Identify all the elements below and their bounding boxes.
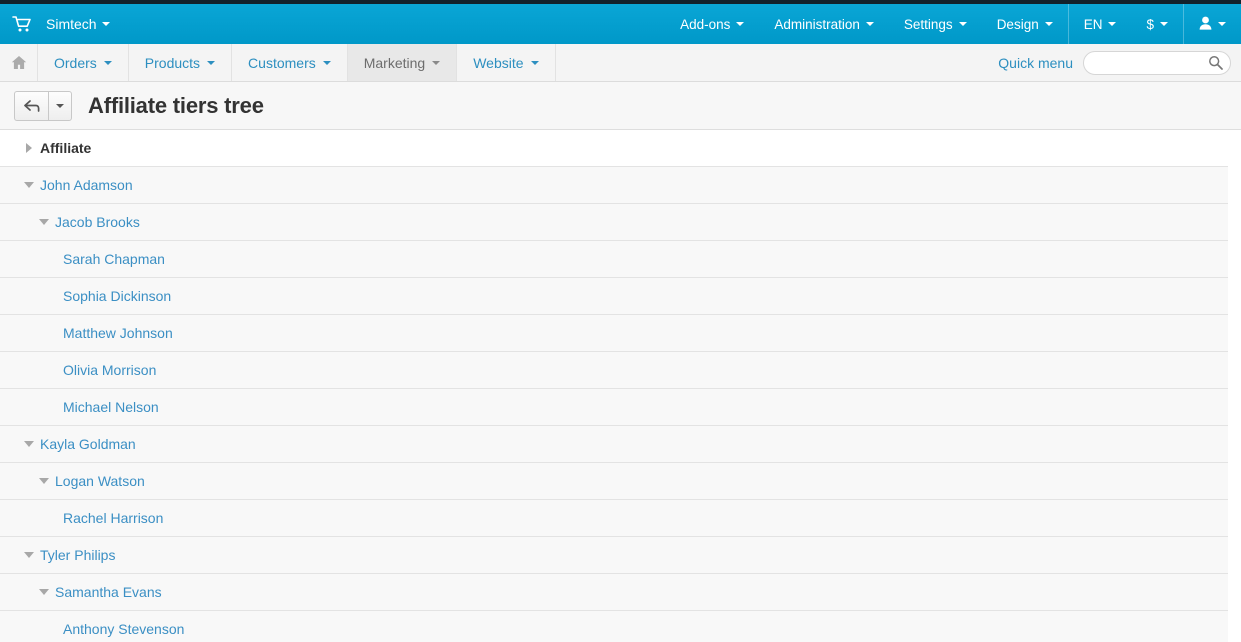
subnav-item-website-label: Website <box>473 54 524 71</box>
tree-row[interactable]: Sarah Chapman <box>0 241 1228 278</box>
chevron-down-icon <box>865 22 874 26</box>
header-nav-administration-label: Administration <box>774 16 860 32</box>
tree-row[interactable]: Matthew Johnson <box>0 315 1228 352</box>
tree-row-label[interactable]: Matthew Johnson <box>63 325 173 341</box>
subnav-item-products[interactable]: Products <box>129 44 233 81</box>
header-nav-design-label: Design <box>996 16 1039 32</box>
search-box <box>1083 50 1231 75</box>
header-nav-addons-label: Add-ons <box>680 16 731 32</box>
chevron-down-icon <box>1160 22 1168 26</box>
expand-toggle-icon[interactable] <box>22 143 36 153</box>
collapse-toggle-icon[interactable] <box>37 589 51 595</box>
subnav-item-marketing[interactable]: Marketing <box>347 44 458 81</box>
triangle-down-icon <box>24 182 34 188</box>
collapse-toggle-icon[interactable] <box>37 219 51 225</box>
tree-row[interactable]: Olivia Morrison <box>0 352 1228 389</box>
collapse-toggle-icon[interactable] <box>22 182 36 188</box>
brand-menu[interactable]: Simtech <box>46 16 110 32</box>
chevron-down-icon <box>1218 22 1226 26</box>
triangle-down-icon <box>24 552 34 558</box>
chevron-down-icon <box>958 22 967 26</box>
collapse-toggle-icon[interactable] <box>37 478 51 484</box>
header-nav-currency[interactable]: $ <box>1131 4 1183 44</box>
tree-row[interactable]: Michael Nelson <box>0 389 1228 426</box>
triangle-down-icon <box>24 441 34 447</box>
chevron-down-icon <box>103 60 112 65</box>
chevron-down-icon <box>101 22 110 26</box>
header-nav: Add-ons Administration Settings Design E… <box>665 4 1241 44</box>
tree-row[interactable]: Jacob Brooks <box>0 204 1228 241</box>
tree-row-label[interactable]: Olivia Morrison <box>63 362 156 378</box>
tree-row-label[interactable]: Rachel Harrison <box>63 510 163 526</box>
tree-row-label[interactable]: Logan Watson <box>55 473 145 489</box>
header-nav-user[interactable] <box>1183 4 1241 44</box>
user-icon <box>1199 16 1212 33</box>
triangle-down-icon <box>39 589 49 595</box>
subnav-item-products-label: Products <box>144 54 201 71</box>
chevron-down-icon <box>56 103 64 108</box>
chevron-down-icon <box>432 60 441 65</box>
tree-row[interactable]: Logan Watson <box>0 463 1228 500</box>
title-bar: Affiliate tiers tree <box>0 82 1241 130</box>
header-nav-design[interactable]: Design <box>982 4 1068 44</box>
tree-row[interactable]: Affiliate <box>0 130 1228 167</box>
tree-row-label[interactable]: Michael Nelson <box>63 399 159 415</box>
chevron-down-icon <box>736 22 745 26</box>
header-nav-administration[interactable]: Administration <box>759 4 889 44</box>
tree-row-label[interactable]: Sarah Chapman <box>63 251 165 267</box>
subnav-item-marketing-label: Marketing <box>363 54 426 71</box>
subnav-right-area: Quick menu <box>998 44 1241 81</box>
back-button-group <box>14 90 72 121</box>
arrow-left-icon <box>23 99 39 112</box>
chevron-down-icon <box>207 60 216 65</box>
cart-icon <box>12 15 32 33</box>
header-nav-addons[interactable]: Add-ons <box>665 4 759 44</box>
triangle-down-icon <box>39 478 49 484</box>
tree-row-label[interactable]: John Adamson <box>40 177 133 193</box>
chevron-down-icon <box>1108 22 1117 26</box>
page-title: Affiliate tiers tree <box>88 92 264 118</box>
chevron-down-icon <box>322 60 331 65</box>
secondary-nav: Orders Products Customers Marketing Webs… <box>0 44 1241 82</box>
header-nav-language-label: EN <box>1083 16 1103 32</box>
tree-row-label[interactable]: Samantha Evans <box>55 584 162 600</box>
header-nav-language[interactable]: EN <box>1067 4 1132 44</box>
tree-row[interactable]: Tyler Philips <box>0 537 1228 574</box>
tree-row-label[interactable]: Sophia Dickinson <box>63 288 171 304</box>
header-nav-settings[interactable]: Settings <box>889 4 982 44</box>
tree-row[interactable]: Anthony Stevenson <box>0 611 1228 642</box>
subnav-item-orders-label: Orders <box>54 54 97 71</box>
collapse-toggle-icon[interactable] <box>22 552 36 558</box>
tree-row-label[interactable]: Tyler Philips <box>40 547 115 563</box>
subnav-item-customers-label: Customers <box>248 54 316 71</box>
tree-row[interactable]: Sophia Dickinson <box>0 278 1228 315</box>
triangle-down-icon <box>39 219 49 225</box>
affiliate-tiers-tree: Affiliate John Adamson Jacob Brooks Sarah C… <box>0 130 1228 642</box>
tree-row-label: Affiliate <box>40 140 92 156</box>
brand-label: Simtech <box>46 16 97 32</box>
chevron-down-icon <box>1044 22 1053 26</box>
collapse-toggle-icon[interactable] <box>22 441 36 447</box>
chevron-down-icon <box>530 60 539 65</box>
header-nav-settings-label: Settings <box>903 16 953 32</box>
search-input[interactable] <box>1083 50 1231 75</box>
back-button[interactable] <box>14 90 48 121</box>
tree-row[interactable]: Rachel Harrison <box>0 500 1228 537</box>
tree-row[interactable]: Kayla Goldman <box>0 426 1228 463</box>
main-header: Simtech Add-ons Administration Settings … <box>0 4 1241 44</box>
quick-menu-link[interactable]: Quick menu <box>998 55 1073 71</box>
header-brand-area: Simtech <box>0 4 110 44</box>
triangle-right-icon <box>26 143 32 153</box>
tree-row[interactable]: John Adamson <box>0 167 1228 204</box>
header-nav-currency-label: $ <box>1146 16 1154 32</box>
tree-row[interactable]: Samantha Evans <box>0 574 1228 611</box>
back-button-dropdown[interactable] <box>48 90 72 121</box>
subnav-item-customers[interactable]: Customers <box>232 44 348 81</box>
subnav-item-orders[interactable]: Orders <box>38 44 129 81</box>
home-icon[interactable] <box>0 44 38 81</box>
tree-row-label[interactable]: Jacob Brooks <box>55 214 140 230</box>
subnav-item-website[interactable]: Website <box>457 44 556 81</box>
tree-row-label[interactable]: Anthony Stevenson <box>63 621 184 637</box>
tree-row-label[interactable]: Kayla Goldman <box>40 436 136 452</box>
